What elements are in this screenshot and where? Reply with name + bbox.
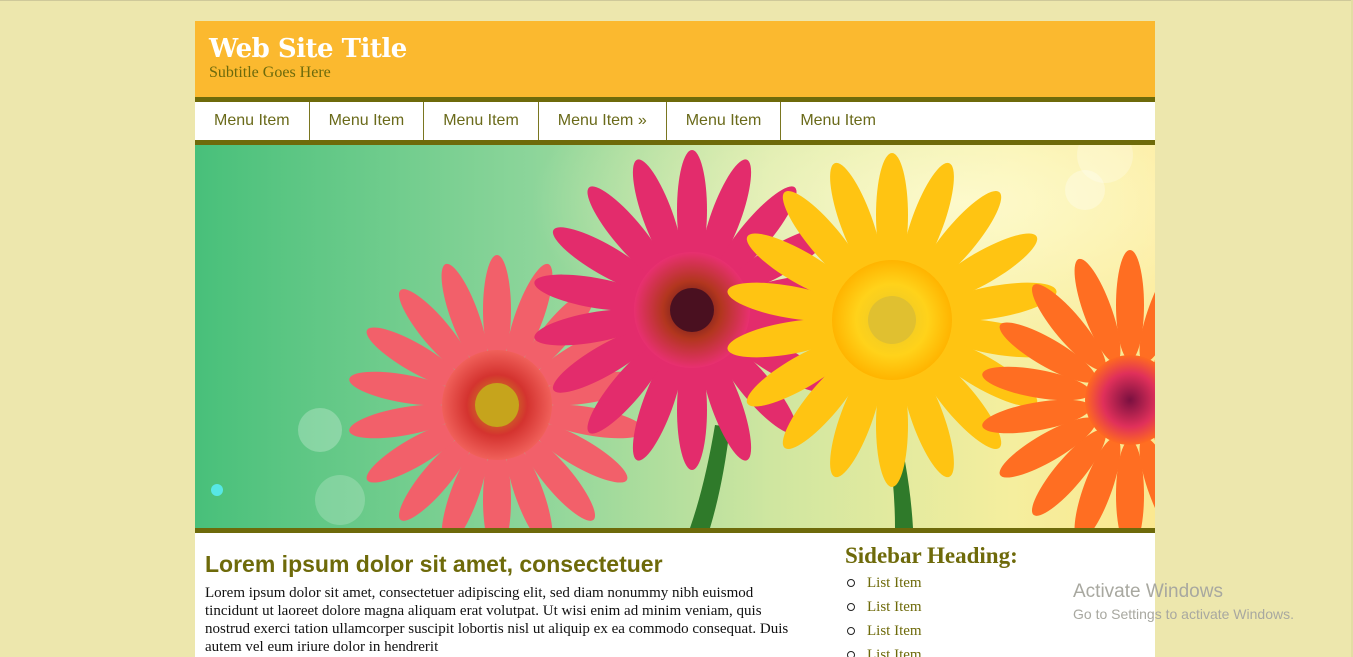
content-area: Lorem ipsum dolor sit amet, consectetuer… (195, 533, 1155, 657)
activate-windows-title: Activate Windows (1073, 581, 1223, 602)
bullet-icon (847, 602, 855, 611)
article-paragraph: Lorem ipsum dolor sit amet, consectetuer… (205, 585, 789, 655)
activate-windows-subtitle: Go to Settings to activate Windows. (1073, 606, 1294, 622)
sidebar-list-item[interactable]: List Item (847, 643, 922, 657)
site-header: Web Site Title Subtitle Goes Here (195, 21, 1155, 97)
sidebar-list-item-label[interactable]: List Item (867, 623, 922, 639)
bullet-icon (847, 626, 855, 635)
browser-top-border (0, 0, 1353, 1)
nav-item-1[interactable]: Menu Item (195, 102, 310, 140)
sidebar-list-item-label[interactable]: List Item (867, 599, 922, 615)
nav-item-6[interactable]: Menu Item (781, 102, 895, 140)
nav-item-2[interactable]: Menu Item (310, 102, 425, 140)
sidebar-list-item-label[interactable]: List Item (867, 647, 922, 657)
activate-windows-watermark: Activate Windows Go to Settings to activ… (1073, 581, 1294, 624)
sidebar-list-item[interactable]: List Item (847, 595, 922, 619)
main-navigation: Menu Item Menu Item Menu Item Menu Item … (195, 102, 1155, 140)
nav-item-4-dropdown[interactable]: Menu Item » (539, 102, 667, 140)
bullet-icon (847, 650, 855, 657)
article-heading: Lorem ipsum dolor sit amet, consectetuer (205, 551, 663, 577)
sidebar-list-item-label[interactable]: List Item (867, 575, 922, 591)
hero-banner-image (195, 145, 1155, 528)
site-title[interactable]: Web Site Title (209, 34, 407, 64)
nav-item-5[interactable]: Menu Item (667, 102, 782, 140)
sidebar-list: List Item List Item List Item List Item (847, 571, 922, 657)
sidebar-list-item[interactable]: List Item (847, 571, 922, 595)
site-subtitle: Subtitle Goes Here (209, 64, 331, 81)
sidebar-list-item[interactable]: List Item (847, 619, 922, 643)
bullet-icon (847, 578, 855, 587)
gerbera-daisies-illustration (195, 145, 1155, 528)
nav-item-3[interactable]: Menu Item (424, 102, 539, 140)
page-wrapper: Web Site Title Subtitle Goes Here Menu I… (195, 21, 1155, 657)
sidebar-heading: Sidebar Heading: (845, 543, 1018, 568)
